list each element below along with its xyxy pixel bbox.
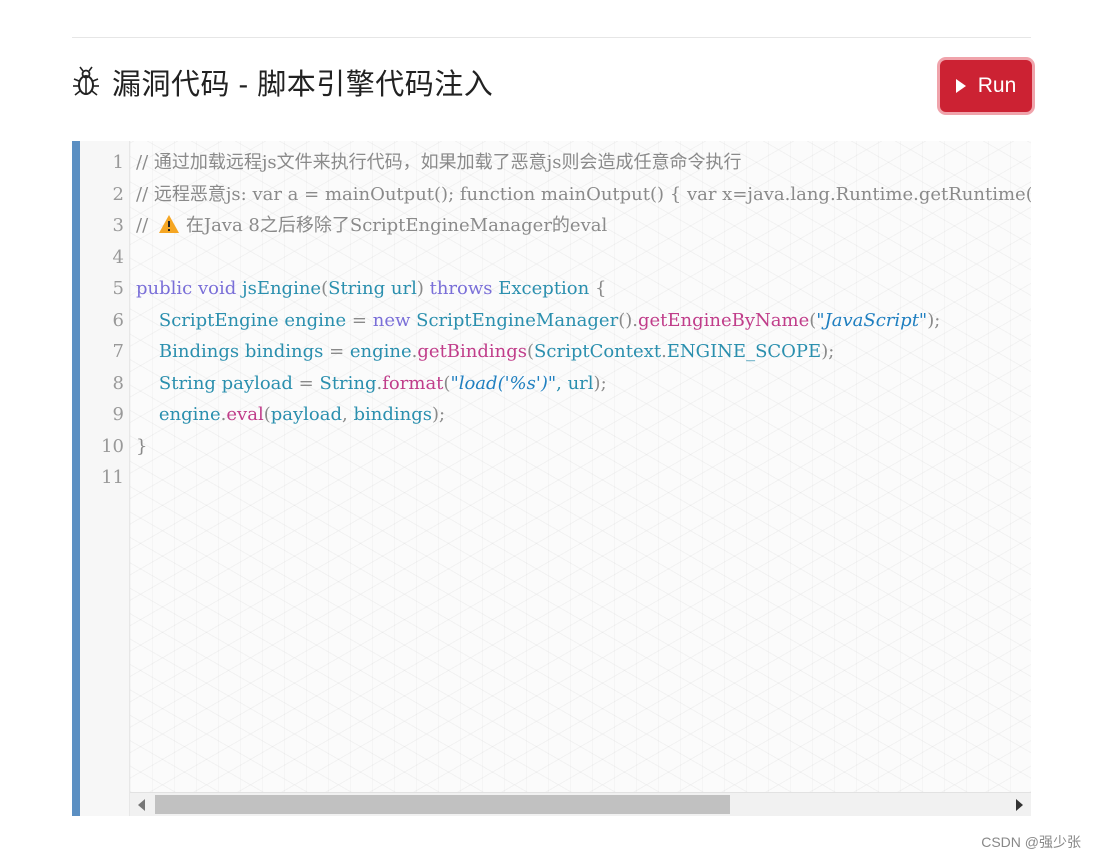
code-token: , url xyxy=(556,372,594,394)
line-number: 3 xyxy=(112,215,124,236)
code-token: public xyxy=(136,278,193,299)
code-token: "load('%s')" xyxy=(450,372,557,394)
code-token: bindings xyxy=(239,341,330,362)
code-token: ); xyxy=(432,404,446,425)
horizontal-scrollbar[interactable] xyxy=(130,792,1031,816)
code-line: // 在Java 8之后移除了ScriptEngineManager的eval xyxy=(136,210,607,242)
code-token: throws xyxy=(429,278,493,299)
code-token: ScriptEngine xyxy=(158,309,279,331)
code-token: eval xyxy=(226,404,264,425)
code-token: url xyxy=(385,278,417,299)
scroll-right-arrow-icon[interactable] xyxy=(1016,799,1023,811)
code-token: ENGINE_SCOPE xyxy=(666,341,822,362)
code-line: } xyxy=(136,431,147,463)
code-token: ); xyxy=(927,309,941,331)
code-token: = xyxy=(298,372,314,394)
line-number: 6 xyxy=(112,309,124,331)
code-line: // 远程恶意js: var a = mainOutput(); functio… xyxy=(136,179,1031,211)
code-token: jsEngine xyxy=(242,278,322,299)
code-token: void xyxy=(197,278,237,299)
code-token: payload xyxy=(270,404,343,425)
code-token: Exception xyxy=(498,278,590,299)
code-line: Bindings bindings = engine.getBindings(S… xyxy=(136,336,834,368)
code-token: getBindings xyxy=(417,341,528,362)
code-token: , xyxy=(342,404,354,425)
code-token: String xyxy=(328,278,386,299)
line-number: 11 xyxy=(101,467,124,488)
code-line: engine.eval(payload, bindings); xyxy=(136,399,445,431)
code-token: String xyxy=(158,372,216,394)
scroll-left-arrow-icon[interactable] xyxy=(138,799,145,811)
code-token: { xyxy=(589,278,607,299)
code-token: format xyxy=(382,372,444,394)
code-line: // 通过加载远程js文件来执行代码，如果加载了恶意js则会造成任意命令执行 xyxy=(136,147,741,179)
code-token: ( xyxy=(263,404,271,425)
code-token: new xyxy=(372,309,411,331)
scrollbar-thumb[interactable] xyxy=(155,795,730,814)
code-token: ); xyxy=(593,372,607,394)
code-token: bindings xyxy=(353,404,432,425)
code-token: engine xyxy=(344,341,412,362)
code-token: = xyxy=(351,309,367,331)
line-number: 9 xyxy=(112,404,124,425)
code-token: ) xyxy=(416,278,424,299)
line-number: 5 xyxy=(112,278,124,299)
code-token: = xyxy=(329,341,345,362)
code-token: ScriptEngineManager xyxy=(416,309,619,331)
run-button[interactable]: Run xyxy=(940,60,1032,112)
page-header: 漏洞代码 - 脚本引擎代码注入 xyxy=(72,60,493,104)
line-number: 2 xyxy=(112,183,124,205)
code-token: // 远程恶意js: var a = mainOutput(); functio… xyxy=(136,183,1031,205)
code-token: (). xyxy=(618,309,638,331)
line-number: 8 xyxy=(112,372,124,394)
code-token: ( xyxy=(527,341,535,362)
code-token: ); xyxy=(821,341,835,362)
code-token: // xyxy=(136,215,154,236)
code-line: ScriptEngine engine = new ScriptEngineMa… xyxy=(136,305,940,337)
code-editor[interactable]: 1 2 3 4 5 6 7 8 9 10 11 // 通过加载远程js文件来执行代码，如果加载了恶意… xyxy=(72,141,1031,816)
run-button-label: Run xyxy=(977,74,1017,97)
code-token: engine xyxy=(158,404,221,425)
code-token: engine xyxy=(278,309,352,331)
code-token: payload xyxy=(215,372,299,394)
line-number: 10 xyxy=(101,435,124,457)
line-number: 1 xyxy=(112,152,124,173)
code-token: // 通过加载远程js文件来执行代码，如果加载了恶意js则会造成任意命令执行 xyxy=(136,152,742,173)
editor-accent-bar xyxy=(72,141,80,816)
code-token: ScriptContext xyxy=(534,341,662,362)
code-area[interactable]: // 通过加载远程js文件来执行代码，如果加载了恶意js则会造成任意命令执行 //… xyxy=(130,141,1031,792)
code-token: getEngineByName xyxy=(637,309,810,331)
code-token: } xyxy=(136,435,148,457)
line-number-gutter: 1 2 3 4 5 6 7 8 9 10 11 xyxy=(80,141,130,816)
top-divider xyxy=(72,37,1031,38)
warning-icon xyxy=(158,213,180,233)
line-number: 4 xyxy=(112,246,124,268)
bug-icon xyxy=(72,65,100,99)
page-title: 漏洞代码 - 脚本引擎代码注入 xyxy=(112,69,494,101)
code-token: Bindings xyxy=(158,341,240,362)
play-icon xyxy=(955,79,966,93)
code-token: String xyxy=(319,372,377,394)
code-token: "JavaScript" xyxy=(816,309,928,331)
watermark: CSDN @强少张 xyxy=(981,834,1081,850)
code-line: String payload = String.format("load('%s… xyxy=(136,368,607,400)
code-line: public void jsEngine(String url) throws … xyxy=(136,273,606,305)
code-token: 在Java 8之后移除了ScriptEngineManager的eval xyxy=(185,215,608,236)
line-number: 7 xyxy=(112,341,124,362)
